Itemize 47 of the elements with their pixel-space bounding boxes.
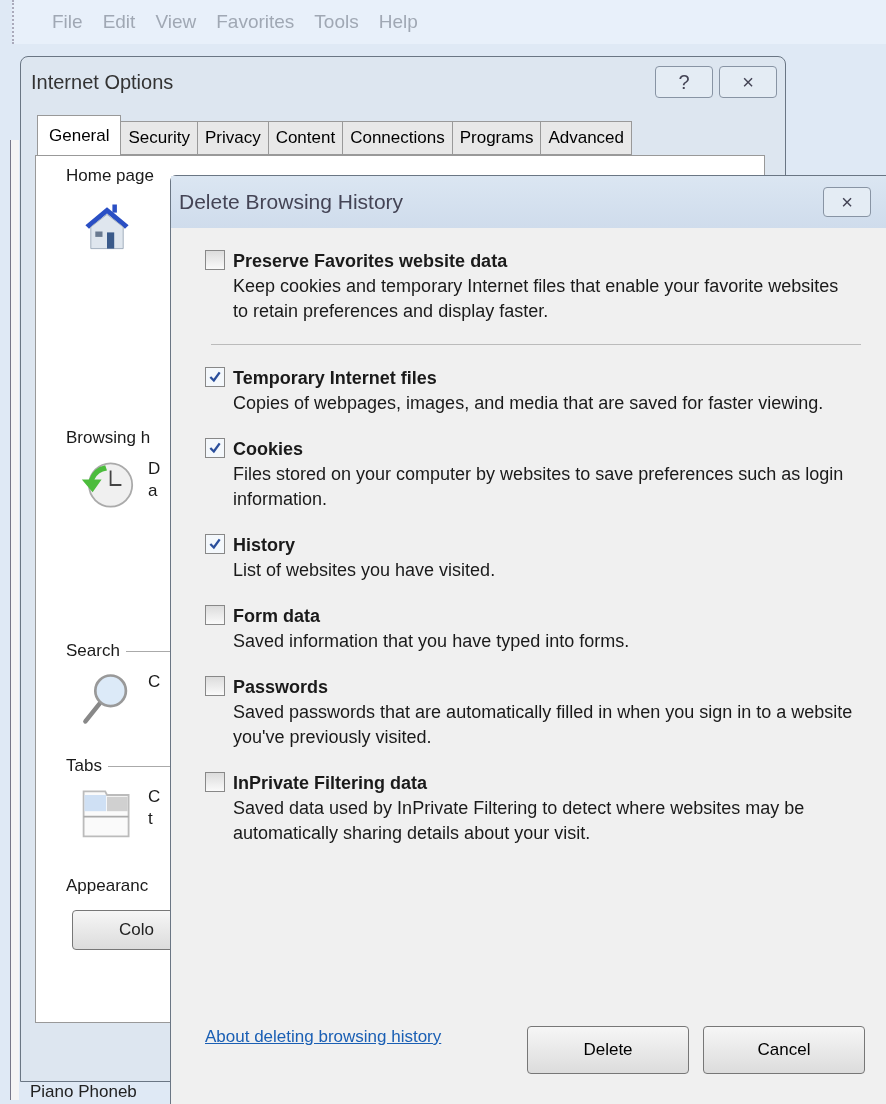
description-text: C (148, 786, 161, 808)
option-label: Cookies (233, 438, 305, 461)
option-description: Files stored on your computer by websites to save preferences such as login information. (233, 463, 845, 511)
section-heading: Search (66, 641, 120, 661)
section-heading: Home page (66, 166, 154, 186)
option-description: Saved data used by InPrivate Filtering to detect where websites may be automatically sharing details about your visit. (233, 797, 806, 845)
help-button[interactable]: ? (655, 66, 713, 98)
tab[interactable]: Content (268, 121, 344, 155)
tab[interactable]: Programs (452, 121, 542, 155)
section-heading: Appearanc (66, 876, 150, 896)
tab[interactable]: General (37, 115, 122, 155)
tab[interactable]: Advanced (541, 121, 632, 155)
option-label: History (233, 534, 296, 557)
description-text: t (148, 808, 154, 830)
close-button[interactable]: × (823, 187, 871, 217)
tab[interactable]: Security (121, 121, 198, 155)
option-description: Copies of webpages, images, and media that are saved for faster viewing. (233, 392, 825, 415)
checkbox[interactable] (205, 605, 225, 625)
option-description: Saved information that you have typed into forms. (233, 630, 631, 653)
checkbox[interactable] (205, 438, 225, 458)
description-text: C (148, 671, 161, 693)
option-label: Passwords (233, 676, 330, 699)
description-text: a (148, 480, 159, 502)
checkbox[interactable] (205, 534, 225, 554)
close-button[interactable]: × (719, 66, 777, 98)
help-link[interactable]: About deleting browsing history (205, 1024, 445, 1050)
tab[interactable]: Connections (343, 121, 453, 155)
option-label: Temporary Internet files (233, 367, 438, 390)
option-description: Saved passwords that are automatically filled in when you sign in to a website you've previously visited. (233, 701, 854, 749)
option-description: List of websites you have visited. (233, 559, 497, 582)
description-text: D (148, 458, 161, 480)
tab[interactable]: Privacy (197, 121, 269, 155)
option-label: Form data (233, 605, 321, 628)
section-heading: Browsing h (66, 428, 152, 448)
checkbox[interactable] (205, 367, 225, 387)
checkbox[interactable] (205, 772, 225, 792)
delete-button[interactable]: Delete (527, 1026, 689, 1074)
option-label: InPrivate Filtering data (233, 772, 429, 795)
option-description: Keep cookies and temporary Internet files that enable your favorite websites to retain preferences and display faster. (233, 275, 840, 323)
window-title: Internet Options (31, 70, 174, 94)
checkbox[interactable] (205, 250, 225, 270)
cancel-button[interactable]: Cancel (703, 1026, 865, 1074)
dialog-title: Delete Browsing History (179, 190, 404, 214)
checkbox[interactable] (205, 676, 225, 696)
background-text: Piano Phoneb (30, 1082, 137, 1102)
option-label: Preserve Favorites website data (233, 250, 509, 273)
section-heading: Tabs (66, 756, 102, 776)
